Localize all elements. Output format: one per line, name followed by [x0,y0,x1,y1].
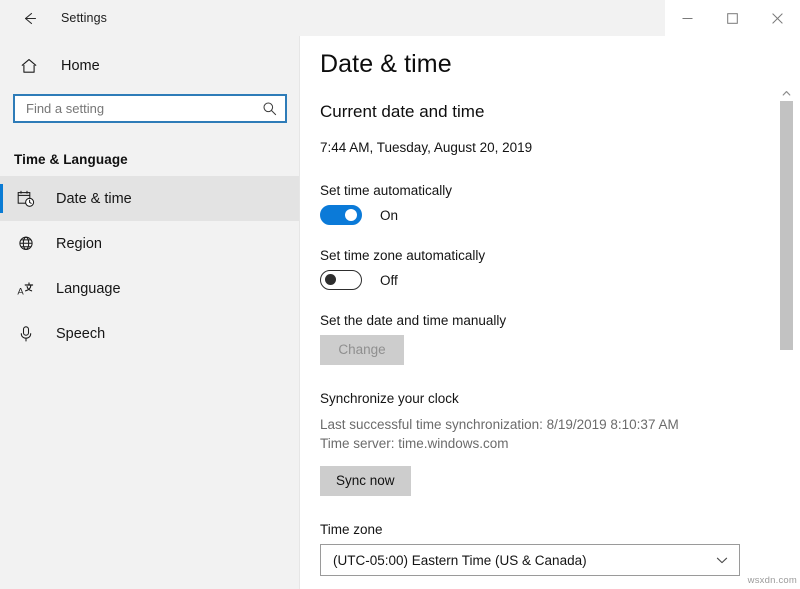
set-time-automatically-row: On [320,205,800,225]
set-timezone-automatically-state: Off [380,272,398,288]
content-inner: Date & time Current date and time 7:44 A… [300,36,800,576]
globe-icon [14,235,38,253]
title-bar-left: Settings [0,0,300,36]
sidebar-item-date-time[interactable]: Date & time [0,176,299,221]
calendar-clock-icon [14,190,38,208]
time-server-text: Time server: time.windows.com [320,436,509,451]
current-date-time-heading: Current date and time [320,102,485,121]
last-sync-text: Last successful time synchronization: 8/… [320,417,679,432]
svg-text:A: A [17,286,24,297]
window-body: Home Time & Language [0,36,800,589]
sync-now-button-wrap: Sync now [320,466,800,496]
settings-window: Settings Home Find a setting Time & Lang… [0,0,800,589]
microphone-icon [14,325,38,343]
change-button-wrap: Change [320,335,800,365]
window-controls [665,0,800,36]
sidebar-item-language[interactable]: A Language [0,266,299,311]
set-date-time-manually-label: Set the date and time manually [320,313,507,328]
page-title: Date & time [320,50,452,78]
search-input[interactable] [26,101,262,116]
watermark: wsxdn.com [747,575,797,586]
synchronize-clock-heading: Synchronize your clock [320,391,459,406]
back-arrow-icon[interactable] [14,4,44,32]
app-title: Settings [61,11,107,25]
set-time-automatically-state: On [380,207,399,223]
sidebar-category-heading: Time & Language [14,152,128,167]
home-icon [14,57,44,75]
change-button[interactable]: Change [320,335,404,365]
set-timezone-automatically-row: Off [320,270,800,290]
scrollbar-track[interactable] [779,101,794,589]
search-icon[interactable] [262,101,277,116]
search-box[interactable] [13,94,287,123]
current-date-time-value: 7:44 AM, Tuesday, August 20, 2019 [320,140,533,155]
sidebar: Home Time & Language [0,36,300,589]
sidebar-item-label: Language [56,280,121,297]
sidebar-nav-list: Date & time Region A Language Speech [0,176,299,356]
set-timezone-automatically-label: Set time zone automatically [320,248,486,263]
set-time-automatically-toggle[interactable] [320,205,362,225]
sidebar-item-home[interactable]: Home [0,49,299,83]
sync-now-button[interactable]: Sync now [320,466,411,496]
sidebar-item-label: Date & time [56,190,132,207]
set-timezone-automatically-toggle[interactable] [320,270,362,290]
time-zone-value: (UTC-05:00) Eastern Time (US & Canada) [333,552,587,568]
title-bar: Settings [0,0,800,36]
time-zone-label: Time zone [320,522,383,537]
sidebar-item-label: Speech [56,325,106,342]
chevron-down-icon [715,553,729,567]
language-icon: A [14,280,38,298]
content-scrollbar[interactable] [779,86,794,589]
sidebar-item-region[interactable]: Region [0,221,299,266]
time-zone-dropdown[interactable]: (UTC-05:00) Eastern Time (US & Canada) [320,544,740,576]
home-label: Home [61,58,100,74]
set-time-automatically-label: Set time automatically [320,183,453,198]
maximize-icon[interactable] [710,0,755,36]
sidebar-item-label: Region [56,235,102,252]
content-area: Date & time Current date and time 7:44 A… [300,36,800,589]
sidebar-item-speech[interactable]: Speech [0,311,299,356]
scrollbar-thumb[interactable] [780,101,793,350]
chevron-up-icon[interactable] [779,86,794,101]
close-icon[interactable] [755,0,800,36]
minimize-icon[interactable] [665,0,710,36]
